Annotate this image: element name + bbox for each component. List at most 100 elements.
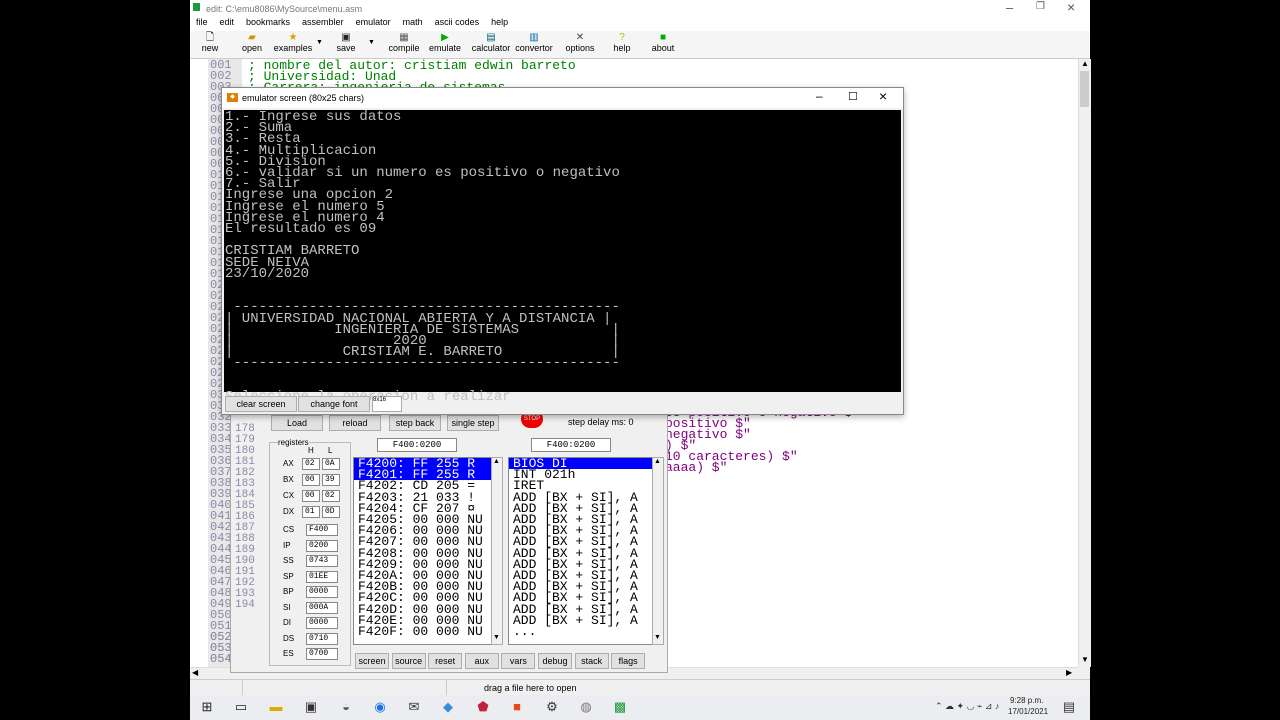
menu-math[interactable]: math — [403, 17, 423, 27]
convertor-button[interactable]: ▥ convertor — [512, 33, 556, 54]
debug-button[interactable]: debug — [538, 653, 572, 669]
screen-maximize-icon[interactable]: ☐ — [848, 90, 858, 103]
screen-minimize-icon[interactable]: – — [816, 89, 823, 103]
clear-screen-button[interactable]: clear screen — [225, 396, 297, 412]
file-explorer-icon[interactable]: ▬ — [267, 699, 285, 715]
new-button[interactable]: 🗋 new — [188, 33, 232, 54]
help-button[interactable]: ? help — [600, 33, 644, 54]
disassembly-list[interactable]: BIOS DI INT 021h IRET ADD [BX + SI], A ADD [… — [508, 457, 654, 645]
console-line: 23/10/2020 — [225, 265, 310, 282]
disasm-address-field[interactable]: F400:0200 — [531, 438, 611, 452]
calculator-button[interactable]: ▤ calculator — [469, 33, 513, 54]
menu-bookmarks[interactable]: bookmarks — [246, 17, 290, 27]
menu-help[interactable]: help — [491, 17, 508, 27]
app-icon-2[interactable]: ◆ — [439, 699, 457, 715]
notifications-icon[interactable]: ▤ — [1060, 699, 1078, 715]
line-number: 194 — [235, 599, 255, 611]
register-value[interactable]: 0710 — [306, 632, 338, 645]
app-icon-4[interactable]: ■ — [508, 699, 526, 715]
register-value[interactable]: 0200 — [306, 539, 338, 552]
stack-button[interactable]: stack — [574, 653, 609, 669]
memory-list[interactable]: F4200: FF 255 R F4201: FF 255 R F4202: CD … — [353, 457, 493, 645]
console-line: El resultado es 09 — [225, 221, 377, 237]
scroll-left-icon[interactable]: ◀ — [192, 668, 198, 677]
editor-title-text: edit: C:\emu8086\MySource\menu.asm — [206, 4, 363, 14]
store-icon[interactable]: ▣ — [302, 699, 320, 715]
register-high-value[interactable]: 00 — [302, 490, 320, 502]
register-low-value[interactable]: 0D — [322, 506, 340, 518]
save-dropdown-icon[interactable]: ▼ — [368, 39, 375, 46]
register-value[interactable]: F400 — [306, 524, 338, 536]
minimize-icon[interactable]: – — [1006, 0, 1013, 15]
register-value[interactable]: 0000 — [306, 617, 338, 629]
reload-button[interactable]: reload — [329, 415, 381, 431]
memory-scrollbar[interactable]: ▲ ▼ — [491, 457, 503, 645]
register-low-value[interactable]: 39 — [322, 474, 340, 486]
scroll-up-icon[interactable]: ▲ — [1081, 59, 1089, 68]
menu-file[interactable]: file — [196, 17, 208, 27]
register-value[interactable]: 01EE — [306, 570, 338, 583]
register-label: IP — [283, 540, 291, 550]
disasm-scroll-down-icon[interactable]: ▼ — [654, 634, 661, 641]
app-icon-5[interactable]: ◍ — [577, 699, 595, 715]
menu-edit[interactable]: edit — [220, 17, 235, 27]
register-value[interactable]: 000A — [306, 601, 338, 614]
menu-ascii-codes[interactable]: ascii codes — [435, 17, 480, 27]
vertical-scrollbar[interactable]: ▲ ▼ — [1078, 59, 1091, 667]
disasm-scrollbar[interactable]: ▲ ▼ — [652, 457, 664, 645]
compile-button[interactable]: ▦ compile — [382, 33, 426, 54]
examples-dropdown-icon[interactable]: ▼ — [316, 39, 323, 46]
flags-button[interactable]: flags — [611, 653, 646, 669]
status-divider — [242, 680, 243, 696]
settings-icon[interactable]: ⚙ — [543, 699, 561, 715]
menu-emulator[interactable]: emulator — [356, 17, 391, 27]
emu8086-taskbar-icon[interactable]: ▩ — [611, 699, 629, 715]
register-value[interactable]: 0700 — [306, 648, 338, 660]
app-icon-3[interactable]: ⬟ — [474, 699, 492, 715]
mail-icon[interactable]: ✉ — [405, 699, 423, 715]
restore-icon[interactable]: ❐ — [1036, 1, 1045, 12]
register-high-value[interactable]: 02 — [302, 458, 320, 470]
register-low-value[interactable]: 0A — [322, 458, 340, 470]
memory-scroll-down-icon[interactable]: ▼ — [493, 634, 500, 641]
chrome-icon[interactable]: ◉ — [371, 699, 389, 715]
close-icon[interactable]: × — [1067, 0, 1075, 15]
register-value[interactable]: 0743 — [306, 555, 338, 567]
disasm-scroll-up-icon[interactable]: ▲ — [654, 458, 661, 465]
console-screen[interactable]: 1.- Ingrese sus datos 2.- Suma 3.- Resta 4.… — [224, 110, 901, 404]
about-button[interactable]: ■ about — [641, 33, 685, 54]
aux-button[interactable]: aux — [464, 653, 499, 669]
load-button[interactable]: Load — [271, 415, 323, 431]
clock-date[interactable]: 17/01/2021 — [1008, 707, 1048, 716]
screen-button[interactable]: screen — [355, 653, 389, 669]
save-button[interactable]: ▣ save — [324, 33, 368, 54]
register-low-value[interactable]: 02 — [322, 490, 340, 502]
vars-button[interactable]: vars — [501, 653, 536, 669]
windows-start-icon[interactable]: ⊞ — [198, 699, 216, 715]
task-view-icon[interactable]: ▭ — [232, 699, 250, 715]
open-button[interactable]: ▰ open — [230, 33, 274, 54]
scroll-right-icon[interactable]: ▶ — [1066, 668, 1072, 677]
tray-icons[interactable]: ⌃ ☁ ✦ ◡ ⌁ ⊿ ♪ — [935, 701, 999, 712]
options-button[interactable]: ✕ options — [558, 33, 602, 54]
register-high-value[interactable]: 01 — [302, 506, 320, 518]
reset-button[interactable]: reset — [428, 653, 463, 669]
step-back-button[interactable]: step back — [389, 415, 441, 431]
register-high-value[interactable]: 00 — [302, 474, 320, 486]
scroll-thumb[interactable] — [1080, 71, 1089, 107]
scroll-down-icon[interactable]: ▼ — [1081, 655, 1089, 664]
app-icon-1[interactable]: ◒ — [337, 699, 355, 715]
single-step-button[interactable]: single step — [447, 415, 499, 431]
emulate-button[interactable]: ▶ emulate — [423, 33, 467, 54]
change-font-button[interactable]: change font — [298, 396, 370, 412]
memory-address-field[interactable]: F400:0200 — [377, 438, 457, 452]
register-value[interactable]: 0000 — [306, 586, 338, 598]
screen-close-icon[interactable]: × — [879, 88, 887, 104]
memory-row[interactable]: F420F: 00 000 NU — [354, 625, 492, 638]
menu-assembler[interactable]: assembler — [302, 17, 344, 27]
clock-time[interactable]: 9:28 p.m. — [1010, 696, 1043, 705]
source-button[interactable]: source — [391, 653, 426, 669]
memory-scroll-up-icon[interactable]: ▲ — [493, 458, 500, 465]
examples-button[interactable]: ★ examples — [271, 33, 315, 54]
menu-bar: file edit bookmarks assembler emulator math as… — [190, 17, 1090, 31]
